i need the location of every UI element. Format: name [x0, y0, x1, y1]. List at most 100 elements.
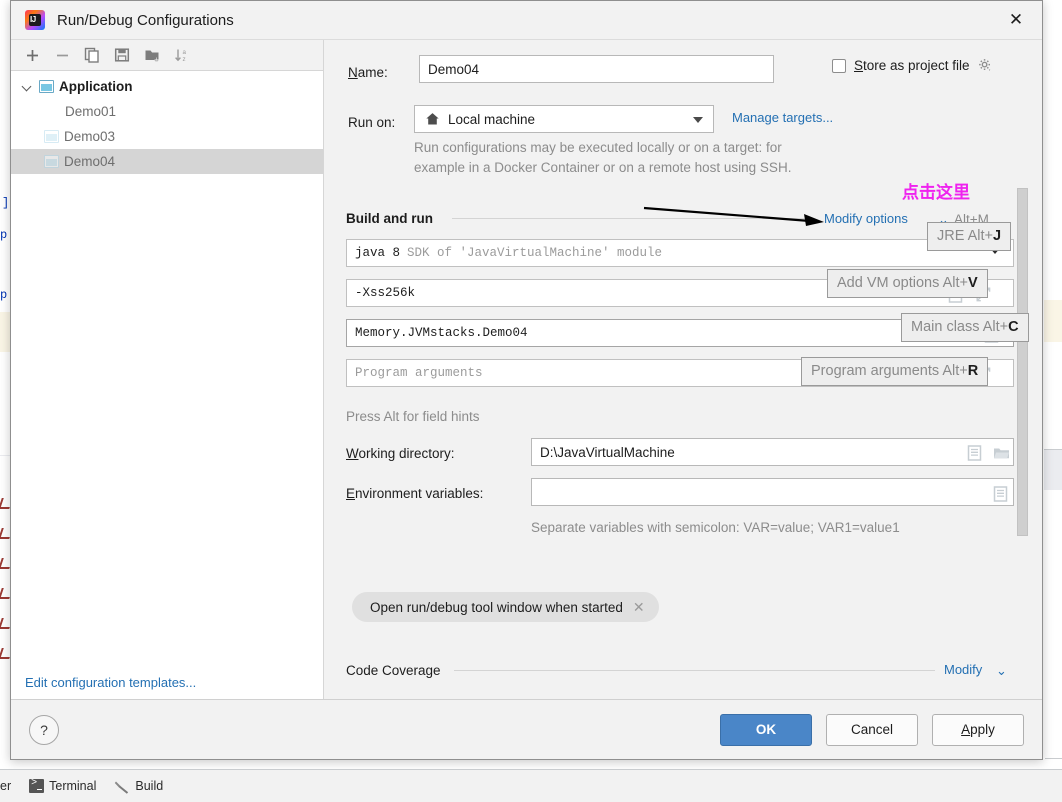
hint-prefix: Alt+ [982, 319, 1009, 335]
field-hints-text: Press Alt for field hints [346, 409, 480, 424]
store-as-project-file-checkbox[interactable] [832, 58, 846, 73]
dialog-action-buttons: OK Cancel Apply [720, 713, 1024, 746]
name-row: Name: [348, 65, 388, 80]
hint-label: Add VM options [837, 275, 940, 291]
store-as-project-file-label: Store as project file [854, 58, 970, 73]
save-icon[interactable] [109, 43, 135, 67]
bg-code-fragment: p [0, 228, 8, 242]
application-group-icon [39, 80, 54, 93]
close-icon[interactable]: ✕ [633, 599, 645, 616]
help-button[interactable]: ? [29, 714, 59, 745]
close-icon[interactable]: ✕ [990, 1, 1042, 38]
ide-status-bar: er Terminal Build [0, 769, 1062, 802]
folder-add-icon[interactable] [139, 43, 165, 67]
hint-jre: JRE Alt+J [927, 222, 1012, 251]
manage-targets-link[interactable]: Manage targets... [732, 110, 833, 125]
chevron-down-icon[interactable] [21, 80, 34, 93]
working-directory-input[interactable]: D:\JavaVirtualMachine [531, 438, 1014, 466]
run-on-row: Run on: [348, 115, 395, 130]
hint-program-arguments: Program arguments Alt+R [801, 357, 989, 386]
jre-suffix: SDK of 'JavaVirtualMachine' module [407, 246, 663, 260]
hint-label: JRE [937, 228, 965, 244]
status-build-label: Build [135, 779, 164, 793]
environment-variables-input[interactable] [531, 478, 1014, 506]
main-class-value: Memory.JVMstacks.Demo04 [355, 326, 528, 340]
edit-configuration-templates-link[interactable]: Edit configuration templates... [25, 675, 196, 690]
run-on-label: Run on: [348, 115, 396, 130]
open-tool-window-chip-label: Open run/debug tool window when started [370, 599, 623, 615]
chevron-down-icon[interactable]: ⌄ [996, 663, 1007, 679]
chevron-down-icon[interactable] [693, 117, 703, 123]
home-icon [425, 112, 440, 126]
working-directory-list-icon[interactable] [967, 445, 983, 461]
annotation-text: 点击这里 [902, 183, 970, 202]
intellij-logo-text: IJ [30, 15, 36, 24]
bg-highlight [1044, 300, 1062, 342]
tree-group-application[interactable]: Application [11, 74, 323, 99]
name-input-value: Demo04 [428, 61, 480, 77]
environment-variables-label: Environment variables: [346, 486, 484, 501]
bg-divider [1045, 758, 1062, 759]
dialog-title: Run/Debug Configurations [57, 11, 234, 29]
vm-options-value: -Xss256k [355, 286, 416, 300]
hint-prefix: Alt+ [942, 363, 968, 379]
code-coverage-modify-link[interactable]: Modify [944, 662, 982, 677]
environment-variables-list-icon[interactable] [993, 486, 1009, 502]
run-on-description-line1: Run configurations may be executed local… [414, 140, 782, 155]
jre-value: java 8 [355, 246, 401, 260]
bg-divider [1044, 449, 1062, 450]
run-on-combobox[interactable]: Local machine [414, 105, 714, 133]
hint-add-vm-options: Add VM options Alt+V [827, 269, 988, 298]
apply-button[interactable]: Apply [932, 713, 1024, 746]
gear-icon[interactable] [978, 58, 993, 73]
bg-code-fragment: p [0, 288, 8, 302]
bg-divider [0, 455, 10, 456]
configurations-tree: Application Demo01 Demo03 Demo04 [11, 71, 323, 663]
modify-options-link[interactable]: Modify options [824, 211, 908, 226]
tree-item-label: Demo01 [65, 104, 117, 119]
run-debug-configurations-dialog: IJ Run/Debug Configurations ✕ a z Applic… [10, 0, 1043, 760]
jre-input[interactable]: java 8 SDK of 'JavaVirtualMachine' modul… [346, 239, 1014, 267]
program-arguments-placeholder: Program arguments [355, 366, 483, 380]
sort-alpha-icon[interactable]: a z [169, 43, 195, 67]
working-directory-label: Working directory: [346, 446, 455, 461]
hint-prefix: Alt+ [942, 275, 968, 291]
hint-key: C [1008, 319, 1019, 335]
dialog-footer: ? OK Cancel Apply [11, 699, 1042, 759]
sidebar-item-demo03[interactable]: Demo03 [11, 124, 323, 149]
name-input[interactable]: Demo04 [419, 55, 774, 83]
run-on-description-line2: example in a Docker Container or on a re… [414, 160, 792, 175]
status-build-button[interactable]: Build [114, 779, 163, 794]
minus-icon[interactable] [49, 43, 75, 67]
dialog-body: a z Application Demo01 Demo03 Demo04 Edi… [11, 40, 1042, 701]
sidebar-footer: Edit configuration templates... [11, 663, 323, 701]
build-and-run-title: Build and run [346, 211, 433, 226]
hammer-icon [114, 779, 130, 794]
bg-code-fragment: ] [2, 196, 10, 210]
hint-main-class: Main class Alt+C [901, 313, 1029, 342]
dialog-titlebar: IJ Run/Debug Configurations ✕ [11, 1, 1042, 40]
configuration-form: Name: Demo04 Store as project file Run o… [324, 40, 1042, 701]
status-terminal-button[interactable]: Terminal [29, 778, 97, 793]
section-divider [454, 670, 935, 671]
sidebar-item-demo01[interactable]: Demo01 [11, 99, 323, 124]
ok-button[interactable]: OK [720, 713, 812, 746]
tree-item-label: Demo04 [64, 154, 116, 169]
plus-icon[interactable] [19, 43, 45, 67]
store-as-project-file-row[interactable]: Store as project file [832, 58, 993, 73]
bg-panel [1044, 450, 1062, 490]
working-directory-folder-icon[interactable] [993, 446, 1009, 462]
run-on-value: Local machine [448, 111, 536, 127]
cancel-button[interactable]: Cancel [826, 713, 918, 746]
hint-key: V [968, 275, 978, 291]
form-scrollbar-thumb[interactable] [1017, 188, 1028, 536]
terminal-icon [29, 778, 45, 793]
sidebar-item-demo04[interactable]: Demo04 [11, 149, 323, 174]
copy-icon[interactable] [79, 43, 105, 67]
environment-hint: Separate variables with semicolon: VAR=v… [531, 520, 900, 535]
working-directory-value: D:\JavaVirtualMachine [540, 444, 675, 460]
name-label: Name: [348, 65, 388, 80]
status-terminal-label: Terminal [49, 779, 97, 793]
bg-highlight [0, 312, 10, 352]
open-tool-window-chip[interactable]: Open run/debug tool window when started … [352, 592, 659, 622]
